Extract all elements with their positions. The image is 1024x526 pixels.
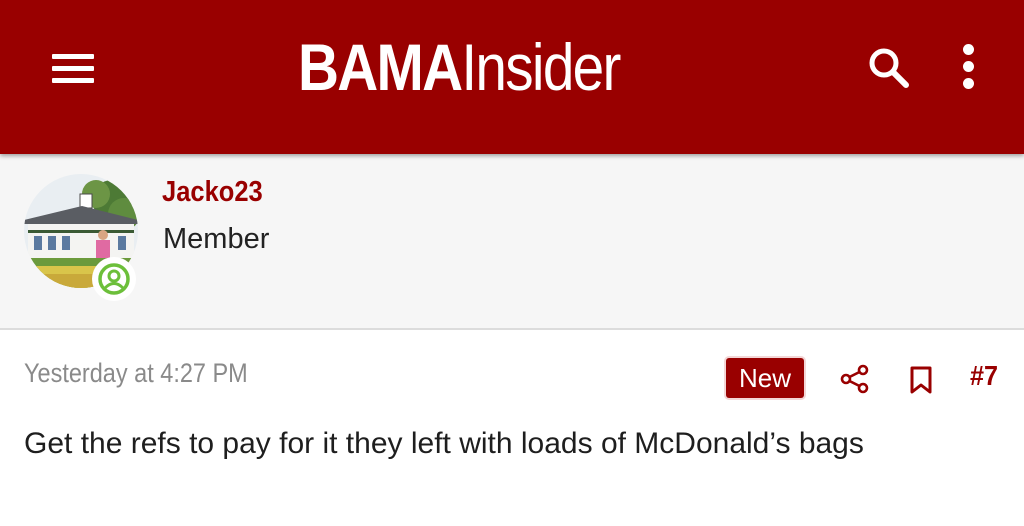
share-button[interactable] [840,364,870,394]
post-body: Get the refs to pay for it they left wit… [24,427,864,460]
logo-text-thin: Insider [461,30,621,104]
site-logo[interactable]: BAMAInsider [298,30,668,104]
online-user-icon [98,263,130,295]
app-header: BAMAInsider [0,0,1024,154]
more-options-button[interactable] [958,44,980,90]
hamburger-line [52,66,94,71]
search-icon [869,48,909,88]
search-button[interactable] [866,46,914,90]
logo-text-bold: BAMA [298,30,463,104]
bookmark-button[interactable] [909,366,933,394]
online-status-badge [92,257,136,301]
bookmark-icon [910,366,932,394]
ellipsis-dot [963,78,974,89]
hamburger-line [52,78,94,83]
user-info-panel [0,154,1024,330]
post-date[interactable]: Yesterday at 4:27 PM [24,358,248,389]
post-number-link[interactable]: #7 [970,360,998,392]
ellipsis-dot [963,61,974,72]
share-icon [840,364,869,394]
menu-button[interactable] [52,54,94,84]
new-badge: New [726,358,804,398]
hamburger-menu-icon [52,54,94,59]
vertical-ellipsis-icon [963,44,974,55]
user-title: Member [163,223,270,255]
username-link[interactable]: Jacko23 [162,176,263,209]
